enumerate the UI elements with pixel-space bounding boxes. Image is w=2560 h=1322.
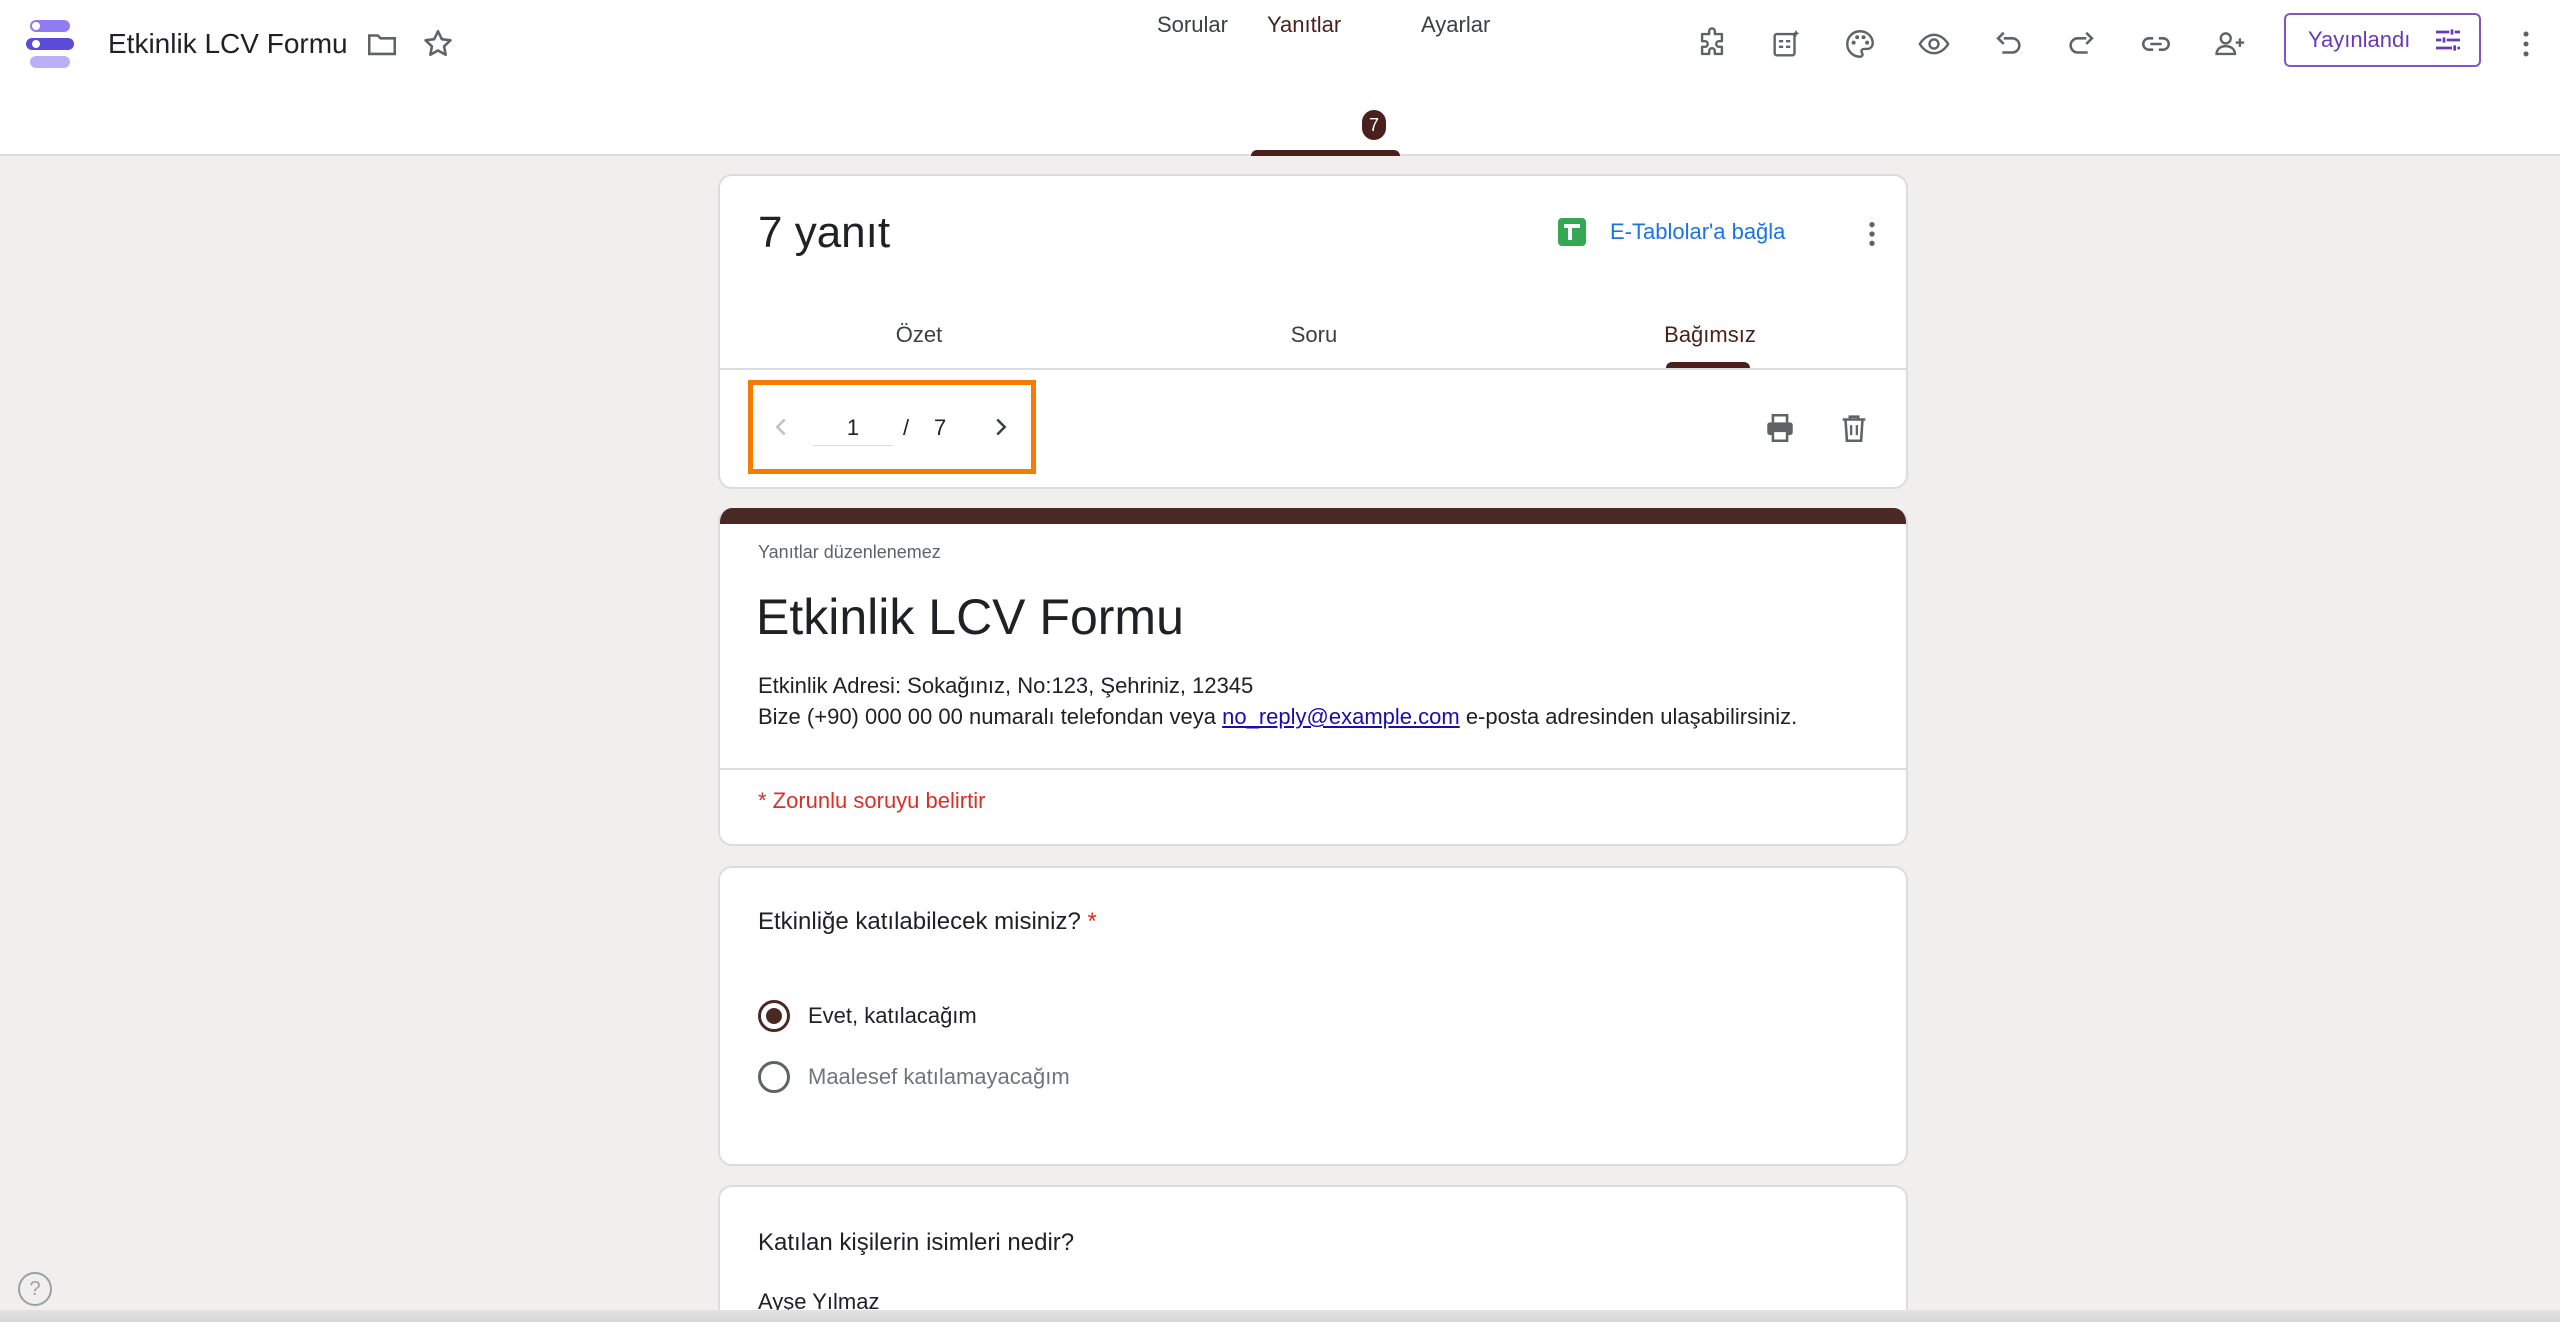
tab-questions[interactable]: Sorular xyxy=(1157,12,1228,56)
bottom-shadow xyxy=(0,1310,2560,1322)
option-label: Maalesef katılamayacağım xyxy=(808,1064,1070,1089)
total-responses: 7 xyxy=(934,415,947,440)
option-no[interactable]: Maalesef katılamayacağım xyxy=(758,1061,1070,1093)
form-contact-line: Bize (+90) 000 00 00 numaralı telefondan… xyxy=(758,701,1797,732)
delete-icon[interactable] xyxy=(1832,406,1876,450)
subtab-summary[interactable]: Özet xyxy=(896,322,942,348)
subtab-individual[interactable]: Bağımsız xyxy=(1664,322,1756,348)
subtab-question[interactable]: Soru xyxy=(1291,322,1337,348)
responses-count-badge: 7 xyxy=(1362,110,1386,140)
question-title-text: Etkinliğe katılabilecek misiniz? xyxy=(758,908,1081,935)
radio-selected[interactable] xyxy=(758,1000,790,1032)
preview-eye-icon[interactable] xyxy=(1908,18,1960,70)
option-label: Evet, katılacağım xyxy=(808,1003,977,1028)
move-folder-icon[interactable] xyxy=(362,24,402,64)
palette-icon[interactable] xyxy=(1834,18,1886,70)
contact-text-after: e-posta adresinden ulaşabilirsiniz. xyxy=(1459,704,1798,729)
undo-icon[interactable] xyxy=(1982,18,2034,70)
responses-more-icon[interactable] xyxy=(1856,218,1888,250)
ai-form-icon[interactable] xyxy=(1760,18,1812,70)
previous-response-icon[interactable] xyxy=(763,409,799,445)
form-title: Etkinlik LCV Formu xyxy=(756,589,1184,645)
question-title: Etkinliğe katılabilecek misiniz? * xyxy=(758,908,1097,936)
publish-label: Yayınlandı xyxy=(2308,27,2411,52)
tab-responses[interactable]: Yanıtlar xyxy=(1267,12,1341,56)
required-question-note: * Zorunlu soruyu belirtir xyxy=(758,788,986,813)
question-card-attendance: Etkinliğe katılabilecek misiniz? * Evet,… xyxy=(718,866,1908,1166)
question-title: Katılan kişilerin isimleri nedir? xyxy=(758,1229,1075,1256)
publish-settings-icon xyxy=(2436,29,2461,51)
redo-icon[interactable] xyxy=(2056,18,2108,70)
more-options-icon[interactable] xyxy=(2506,18,2546,70)
star-icon[interactable] xyxy=(418,24,458,64)
help-icon[interactable]: ? xyxy=(18,1272,52,1306)
publish-button[interactable]: Yayınlandı xyxy=(2284,13,2481,67)
responses-summary-card: 7 yanıt E-Tablolar'a bağla Özet Soru Bağ… xyxy=(718,174,1908,489)
forms-logo-icon[interactable] xyxy=(22,16,78,72)
document-title[interactable]: Etkinlik LCV Formu xyxy=(108,24,348,64)
tab-settings[interactable]: Ayarlar xyxy=(1421,12,1490,56)
print-icon[interactable] xyxy=(1758,406,1802,450)
response-count-heading: 7 yanıt xyxy=(758,208,891,257)
form-address: Etkinlik Adresi: Sokağınız, No:123, Şehr… xyxy=(758,673,1254,698)
form-header-card: Yanıtlar düzenlenemez Etkinlik LCV Formu… xyxy=(718,508,1908,846)
active-tab-indicator xyxy=(1251,150,1400,156)
contact-text-before: Bize (+90) 000 00 00 numaralı telefondan… xyxy=(758,704,1223,729)
divider xyxy=(720,768,1906,770)
addons-icon[interactable] xyxy=(1686,18,1738,70)
sheets-icon xyxy=(1558,218,1586,246)
link-icon[interactable] xyxy=(2130,18,2182,70)
divider xyxy=(720,368,1906,370)
option-yes[interactable]: Evet, katılacağım xyxy=(758,1000,977,1032)
not-editable-note: Yanıtlar düzenlenemez xyxy=(758,542,941,562)
link-to-sheets-button[interactable]: E-Tablolar'a bağla xyxy=(1558,218,1785,246)
form-description: Etkinlik Adresi: Sokağınız, No:123, Şehr… xyxy=(758,670,1797,732)
radio-unselected[interactable] xyxy=(758,1061,790,1093)
current-response-input[interactable]: 1 xyxy=(813,415,893,446)
question-card-names: Katılan kişilerin isimleri nedir? Ayşe Y… xyxy=(718,1185,1908,1322)
contact-email-link[interactable]: no_reply@example.com xyxy=(1222,704,1460,729)
next-response-icon[interactable] xyxy=(983,409,1019,445)
required-star: * xyxy=(1087,908,1097,935)
add-collaborator-icon[interactable] xyxy=(2204,18,2256,70)
pager-separator: / xyxy=(903,415,910,440)
response-pager: 1 / 7 xyxy=(748,380,1036,474)
top-bar: Etkinlik LCV Formu Yayınlandı Sorular Ya… xyxy=(0,0,2560,156)
link-to-sheets-label: E-Tablolar'a bağla xyxy=(1610,219,1786,244)
form-theme-band xyxy=(720,508,1906,524)
